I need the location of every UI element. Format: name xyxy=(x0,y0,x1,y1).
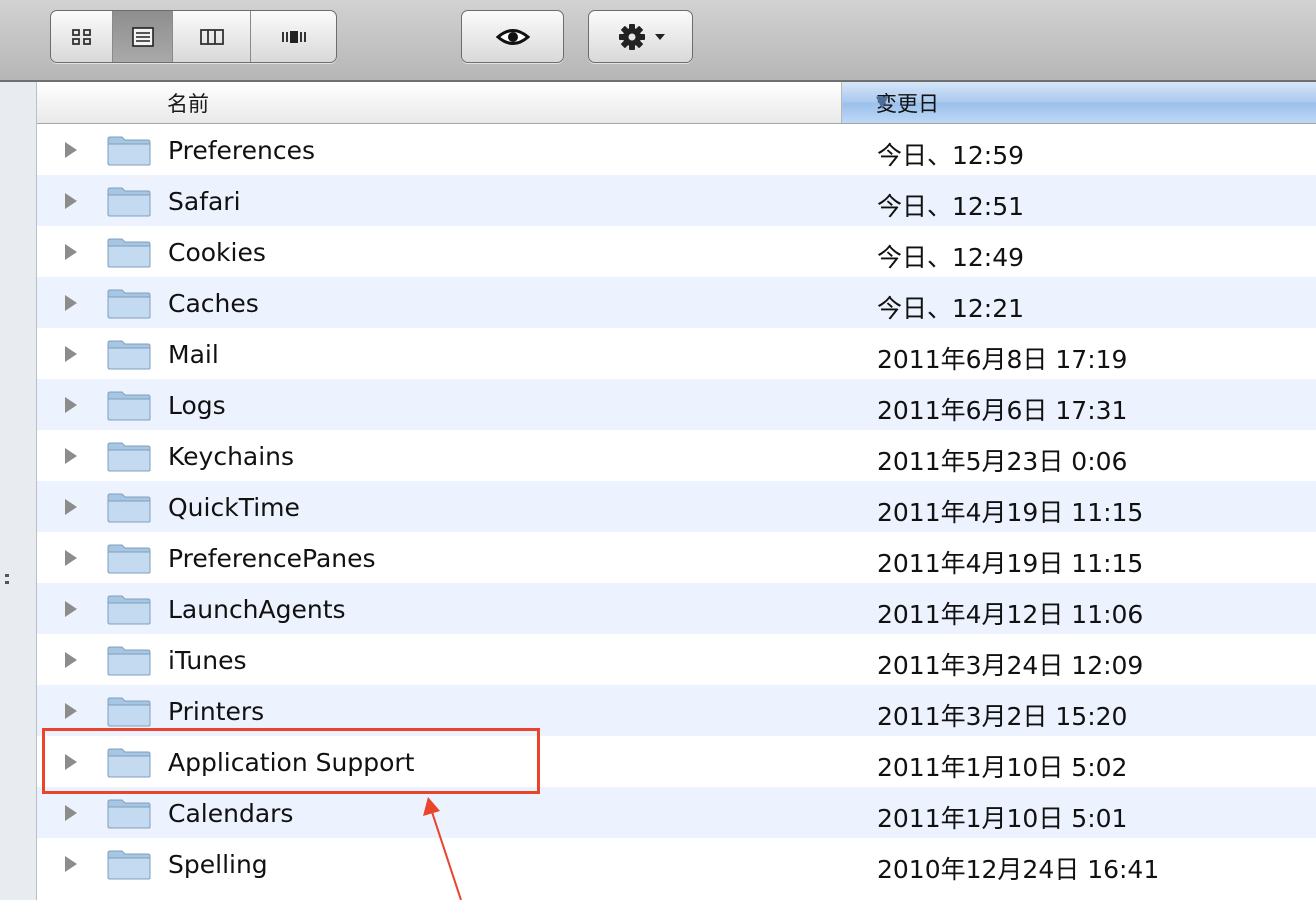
file-name: iTunes xyxy=(168,646,247,675)
file-date-modified: 2011年1月10日 5:01 xyxy=(877,804,1128,833)
eye-icon xyxy=(495,28,530,45)
folder-icon xyxy=(107,391,151,421)
folder-icon xyxy=(107,646,151,676)
file-row[interactable]: Safari 今日、12:51 xyxy=(37,175,1316,226)
folder-icon xyxy=(107,697,151,727)
file-name: Preferences xyxy=(168,136,316,165)
disclosure-triangle-icon[interactable] xyxy=(65,397,77,413)
file-date-modified: 今日、12:51 xyxy=(877,192,1025,221)
file-name: LaunchAgents xyxy=(168,595,346,624)
file-row[interactable]: Logs 2011年6月6日 17:31 xyxy=(37,379,1316,430)
file-date-modified: 2011年5月23日 0:06 xyxy=(877,447,1128,476)
file-row[interactable]: Preferences 今日、12:59 xyxy=(37,124,1316,175)
folder-icon xyxy=(107,289,151,319)
folder-icon xyxy=(107,136,151,166)
file-date-modified: 2011年4月19日 11:15 xyxy=(877,498,1144,527)
file-date-modified: 2011年4月19日 11:15 xyxy=(877,549,1144,578)
file-name: Cookies xyxy=(168,238,266,267)
quick-look-button-group xyxy=(461,10,564,63)
file-name: Caches xyxy=(168,289,259,318)
action-menu-button[interactable] xyxy=(589,11,692,62)
file-row[interactable]: Calendars 2011年1月10日 5:01 xyxy=(37,787,1316,838)
file-row[interactable]: Spelling 2010年12月24日 16:41 xyxy=(37,838,1316,889)
icon-view-button[interactable] xyxy=(51,11,113,62)
disclosure-triangle-icon[interactable] xyxy=(65,244,77,260)
folder-icon xyxy=(107,340,151,370)
disclosure-triangle-icon[interactable] xyxy=(65,448,77,464)
disclosure-triangle-icon[interactable] xyxy=(65,346,77,362)
folder-icon xyxy=(107,544,151,574)
file-date-modified: 今日、12:59 xyxy=(877,141,1025,170)
column-view-button[interactable] xyxy=(173,11,251,62)
folder-icon xyxy=(107,493,151,523)
file-row[interactable]: Caches 今日、12:21 xyxy=(37,277,1316,328)
file-date-modified: 2011年6月6日 17:31 xyxy=(877,396,1128,425)
icon-view-icon xyxy=(71,28,91,45)
file-name: Logs xyxy=(168,391,226,420)
view-mode-segmented-control xyxy=(50,10,337,63)
sort-descending-icon: ▼ xyxy=(876,92,889,111)
file-name: Keychains xyxy=(168,442,295,471)
file-date-modified: 2011年3月24日 12:09 xyxy=(877,651,1144,680)
chevron-down-icon xyxy=(654,33,665,40)
coverflow-view-button[interactable] xyxy=(251,11,336,62)
disclosure-triangle-icon[interactable] xyxy=(65,805,77,821)
name-column-label: 名前 xyxy=(167,92,209,116)
gear-icon xyxy=(618,23,645,50)
file-name: PreferencePanes xyxy=(168,544,376,573)
name-column-header[interactable]: 名前 xyxy=(37,82,842,123)
action-menu-button-group xyxy=(588,10,693,63)
resize-handle-icon[interactable] xyxy=(5,572,11,586)
file-name: Spelling xyxy=(168,850,268,879)
file-name: Mail xyxy=(168,340,219,369)
file-date-modified: 2010年12月24日 16:41 xyxy=(877,855,1160,884)
disclosure-triangle-icon[interactable] xyxy=(65,703,77,719)
disclosure-triangle-icon[interactable] xyxy=(65,142,77,158)
disclosure-triangle-icon[interactable] xyxy=(65,193,77,209)
folder-icon xyxy=(107,238,151,268)
disclosure-triangle-icon[interactable] xyxy=(65,601,77,617)
file-date-modified: 今日、12:49 xyxy=(877,243,1025,272)
file-row[interactable]: Cookies 今日、12:49 xyxy=(37,226,1316,277)
file-row[interactable]: iTunes 2011年3月24日 12:09 xyxy=(37,634,1316,685)
folder-icon xyxy=(107,799,151,829)
finder-toolbar xyxy=(0,0,1316,82)
file-name: Printers xyxy=(168,697,265,726)
coverflow-view-icon xyxy=(281,30,306,43)
file-date-modified: 今日、12:21 xyxy=(877,294,1025,323)
disclosure-triangle-icon[interactable] xyxy=(65,550,77,566)
file-row[interactable]: Mail 2011年6月8日 17:19 xyxy=(37,328,1316,379)
folder-icon xyxy=(107,850,151,880)
file-name: QuickTime xyxy=(168,493,300,522)
disclosure-triangle-icon[interactable] xyxy=(65,856,77,872)
column-view-icon xyxy=(199,28,224,45)
disclosure-triangle-icon[interactable] xyxy=(65,295,77,311)
list-header: 名前 変更日 ▼ xyxy=(37,82,1316,124)
file-date-modified: 2011年4月12日 11:06 xyxy=(877,600,1144,629)
quick-look-button[interactable] xyxy=(462,11,563,62)
file-row[interactable]: LaunchAgents 2011年4月12日 11:06 xyxy=(37,583,1316,634)
folder-icon xyxy=(107,442,151,472)
file-name: Safari xyxy=(168,187,241,216)
file-name: Calendars xyxy=(168,799,294,828)
file-row[interactable]: PreferencePanes 2011年4月19日 11:15 xyxy=(37,532,1316,583)
date-modified-column-header[interactable]: 変更日 ▼ xyxy=(842,82,1316,123)
disclosure-triangle-icon[interactable] xyxy=(65,652,77,668)
list-view-button[interactable] xyxy=(113,11,173,62)
folder-icon xyxy=(107,595,151,625)
folder-icon xyxy=(107,187,151,217)
annotation-highlight-box xyxy=(42,728,540,794)
sidebar-edge xyxy=(0,82,37,900)
file-row[interactable]: QuickTime 2011年4月19日 11:15 xyxy=(37,481,1316,532)
file-date-modified: 2011年6月8日 17:19 xyxy=(877,345,1128,374)
file-date-modified: 2011年3月2日 15:20 xyxy=(877,702,1128,731)
disclosure-triangle-icon[interactable] xyxy=(65,499,77,515)
file-date-modified: 2011年1月10日 5:02 xyxy=(877,753,1128,782)
list-view-icon xyxy=(131,26,154,47)
file-row[interactable]: Keychains 2011年5月23日 0:06 xyxy=(37,430,1316,481)
